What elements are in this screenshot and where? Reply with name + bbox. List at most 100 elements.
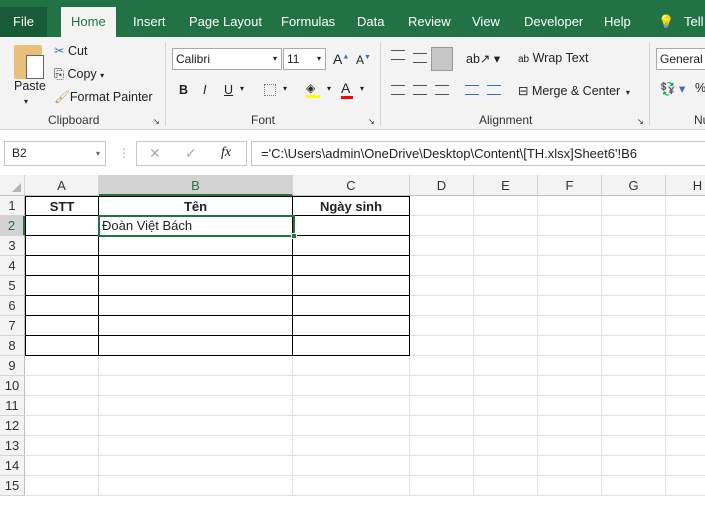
cell-a6[interactable] — [25, 296, 99, 316]
tab-file[interactable]: File — [0, 7, 47, 37]
cell-h5[interactable] — [666, 276, 705, 296]
cell-e6[interactable] — [474, 296, 538, 316]
row-header-15[interactable]: 15 — [0, 476, 25, 496]
cell-f15[interactable] — [538, 476, 602, 496]
row-header-1[interactable]: 1 — [0, 196, 25, 216]
row-header-5[interactable]: 5 — [0, 276, 25, 296]
cell-g13[interactable] — [602, 436, 666, 456]
cell-c6[interactable] — [293, 296, 410, 316]
increase-font-icon[interactable]: A▲ — [333, 51, 349, 67]
cell-b5[interactable] — [99, 276, 293, 296]
insert-function-icon[interactable]: fx — [221, 145, 231, 161]
cell-e14[interactable] — [474, 456, 538, 476]
cell-g11[interactable] — [602, 396, 666, 416]
cell-b12[interactable] — [99, 416, 293, 436]
font-color-dropdown-icon[interactable]: ▾ — [360, 84, 364, 93]
cell-b1[interactable]: Tên — [99, 196, 293, 216]
cell-h10[interactable] — [666, 376, 705, 396]
cell-c4[interactable] — [293, 256, 410, 276]
row-header-14[interactable]: 14 — [0, 456, 25, 476]
cell-h13[interactable] — [666, 436, 705, 456]
cell-b11[interactable] — [99, 396, 293, 416]
cell-e15[interactable] — [474, 476, 538, 496]
row-header-8[interactable]: 8 — [0, 336, 25, 356]
cell-h12[interactable] — [666, 416, 705, 436]
font-color-icon[interactable]: A — [341, 80, 353, 99]
cell-g9[interactable] — [602, 356, 666, 376]
cell-h11[interactable] — [666, 396, 705, 416]
cell-d8[interactable] — [410, 336, 474, 356]
cell-e12[interactable] — [474, 416, 538, 436]
column-header-e[interactable]: E — [474, 175, 538, 196]
row-header-13[interactable]: 13 — [0, 436, 25, 456]
cell-c14[interactable] — [293, 456, 410, 476]
cell-f9[interactable] — [538, 356, 602, 376]
align-top-icon[interactable] — [391, 50, 405, 60]
cell-c11[interactable] — [293, 396, 410, 416]
tab-view[interactable]: View — [472, 0, 500, 37]
cell-c5[interactable] — [293, 276, 410, 296]
tab-developer[interactable]: Developer — [524, 0, 583, 37]
cell-c15[interactable] — [293, 476, 410, 496]
cell-a10[interactable] — [25, 376, 99, 396]
cell-g6[interactable] — [602, 296, 666, 316]
column-header-g[interactable]: G — [602, 175, 666, 196]
borders-dropdown-icon[interactable]: ▾ — [283, 84, 287, 93]
cell-c13[interactable] — [293, 436, 410, 456]
cut-button[interactable]: ✂ Cut — [54, 43, 87, 58]
column-header-b[interactable]: B — [99, 175, 293, 196]
underline-dropdown-icon[interactable]: ▾ — [240, 84, 244, 93]
drag-handle-icon[interactable]: ⋮ — [118, 146, 130, 160]
align-right-icon[interactable] — [435, 85, 449, 95]
cell-c3[interactable] — [293, 236, 410, 256]
cell-c2[interactable] — [293, 216, 410, 236]
cell-a11[interactable] — [25, 396, 99, 416]
cell-f6[interactable] — [538, 296, 602, 316]
cell-d15[interactable] — [410, 476, 474, 496]
formula-input[interactable]: ='C:\Users\admin\OneDrive\Desktop\Conten… — [251, 141, 705, 166]
cell-g7[interactable] — [602, 316, 666, 336]
cell-g12[interactable] — [602, 416, 666, 436]
tab-formulas[interactable]: Formulas — [281, 0, 335, 37]
cell-f12[interactable] — [538, 416, 602, 436]
align-bottom-button[interactable] — [431, 47, 453, 71]
cell-f11[interactable] — [538, 396, 602, 416]
cell-c9[interactable] — [293, 356, 410, 376]
cell-a14[interactable] — [25, 456, 99, 476]
cell-b14[interactable] — [99, 456, 293, 476]
cell-d9[interactable] — [410, 356, 474, 376]
column-header-c[interactable]: C — [293, 175, 410, 196]
column-header-f[interactable]: F — [538, 175, 602, 196]
column-header-a[interactable]: A — [25, 175, 99, 196]
borders-icon[interactable] — [264, 84, 276, 96]
cell-d7[interactable] — [410, 316, 474, 336]
row-header-10[interactable]: 10 — [0, 376, 25, 396]
cell-a1[interactable]: STT — [25, 196, 99, 216]
cell-c1[interactable]: Ngày sinh — [293, 196, 410, 216]
cell-g1[interactable] — [602, 196, 666, 216]
cell-b9[interactable] — [99, 356, 293, 376]
number-format-select[interactable]: General — [656, 48, 705, 70]
dialog-launcher-icon[interactable]: ↘ — [153, 117, 160, 126]
cell-d6[interactable] — [410, 296, 474, 316]
fill-dropdown-icon[interactable]: ▾ — [327, 84, 331, 93]
merge-center-button[interactable]: ⊟ Merge & Center ▾ — [518, 83, 630, 98]
cell-h9[interactable] — [666, 356, 705, 376]
orientation-icon[interactable]: ab↗ ▾ — [466, 51, 500, 66]
tab-tell-me[interactable]: Tell — [684, 0, 704, 37]
cell-b10[interactable] — [99, 376, 293, 396]
cell-b8[interactable] — [99, 336, 293, 356]
cell-b7[interactable] — [99, 316, 293, 336]
cell-h8[interactable] — [666, 336, 705, 356]
tab-help[interactable]: Help — [604, 0, 631, 37]
cell-h4[interactable] — [666, 256, 705, 276]
cell-h15[interactable] — [666, 476, 705, 496]
cell-e3[interactable] — [474, 236, 538, 256]
cell-f3[interactable] — [538, 236, 602, 256]
cell-a5[interactable] — [25, 276, 99, 296]
fill-handle[interactable] — [291, 233, 297, 239]
select-all-button[interactable] — [0, 175, 25, 196]
row-header-3[interactable]: 3 — [0, 236, 25, 256]
cell-h1[interactable] — [666, 196, 705, 216]
cell-d2[interactable] — [410, 216, 474, 236]
